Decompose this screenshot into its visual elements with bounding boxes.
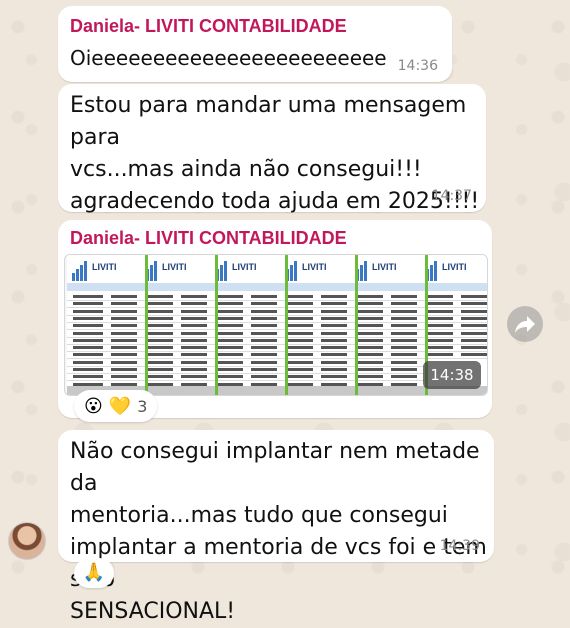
sheet-total-row [207,386,285,395]
forward-arrow-icon [515,316,535,333]
spreadsheet-image[interactable]: LIVITI LIVITI LIVITI LIVITI LIVITI LIVITI 14:… [64,254,488,396]
sheet-total-row [277,386,355,395]
reaction-emoji-heart: 💛 [108,395,132,417]
message-time: 14:37 [431,188,472,204]
message-line: SENSACIONAL! [70,599,236,624]
company-logo: LIVITI [420,259,487,281]
sheet-header [347,283,425,291]
reaction-bar-pray[interactable]: 🙏 [74,558,114,588]
message-text: Não consegui implantar nem metade da men… [70,436,490,628]
company-logo: LIVITI [140,259,210,281]
sender-name[interactable]: Daniela- LIVITI CONTABILIDADE [70,228,347,249]
company-logo: LIVITI [210,259,280,281]
reaction-emoji-surprised: 😮 [84,395,103,417]
message-time: 14:39 [439,538,480,554]
sheet-column: LIVITI [347,255,428,395]
sheet-header [277,283,355,291]
reaction-count: 3 [137,396,148,416]
reaction-bar[interactable]: 😮 💛 3 [74,390,158,422]
message-bubble-2[interactable]: Estou para mandar uma mensagem para vcs.… [58,84,486,278]
sheet-header [137,283,215,291]
company-logo: LIVITI [280,259,350,281]
sheet-header [67,283,145,291]
sheet-total-row [347,386,425,395]
message-line: mentoria...mas tudo que consegui [70,503,448,528]
message-line: implantar a mentoria de vcs foi e tem si… [70,535,487,592]
message-bubble-4[interactable]: Não consegui implantar nem metade da men… [58,430,494,624]
image-message-bubble[interactable]: Daniela- LIVITI CONTABILIDADE LIVITI LIVI… [58,220,492,418]
company-logo: LIVITI [350,259,420,281]
sheet-column: LIVITI [207,255,288,395]
contact-avatar[interactable] [8,522,46,560]
sheet-column: LIVITI [277,255,358,395]
message-time: 14:36 [397,58,438,74]
message-line: vcs...mas ainda não consegui!!! [70,157,422,182]
forward-button[interactable] [507,306,543,342]
sheet-header [207,283,285,291]
sheet-column: LIVITI [137,255,218,395]
message-bubble-1[interactable]: Daniela- LIVITI CONTABILIDADE Oieeeeeeee… [58,6,452,82]
message-text: Oieeeeeeeeeeeeeeeeeeeeeeee [70,46,387,70]
sender-name[interactable]: Daniela- LIVITI CONTABILIDADE [70,16,347,37]
message-line: Não consegui implantar nem metade da [70,439,480,496]
sheet-column: LIVITI [67,255,148,395]
message-line: Estou para mandar uma mensagem para [70,93,467,150]
company-logo: LIVITI [70,259,140,281]
image-time: 14:38 [423,361,481,389]
